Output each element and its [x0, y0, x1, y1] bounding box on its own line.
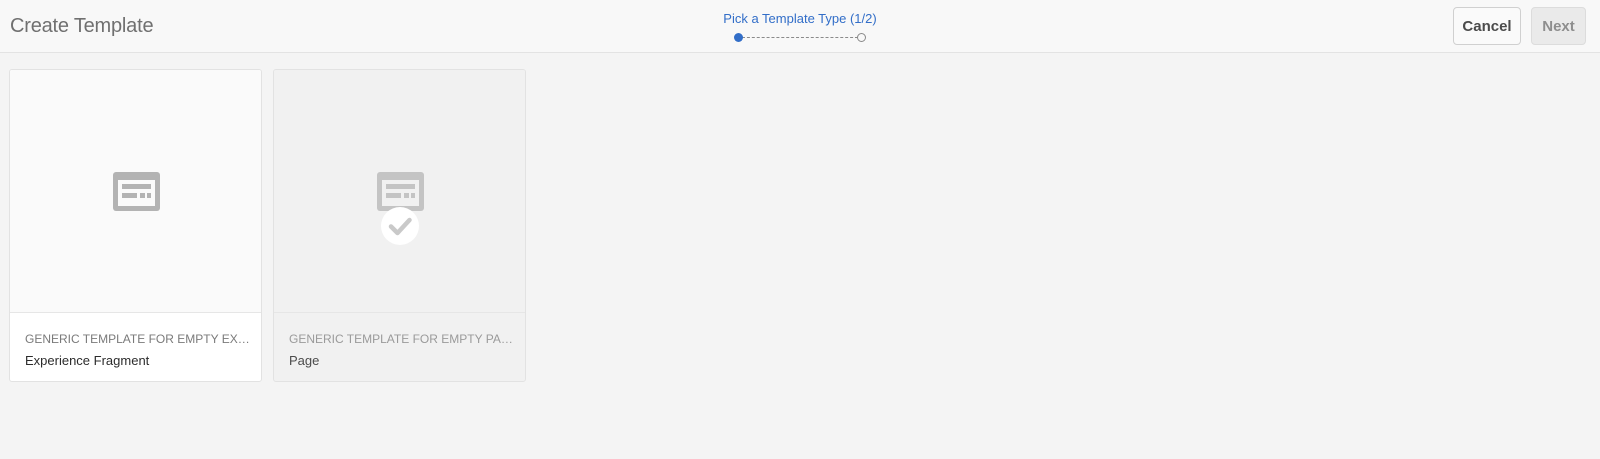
card-subtitle: GENERIC TEMPLATE FOR EMPTY PAGES...	[289, 332, 515, 346]
card-meta: GENERIC TEMPLATE FOR EMPTY PAGES... Page	[289, 332, 515, 368]
next-button[interactable]: Next	[1531, 7, 1586, 45]
card-thumbnail	[10, 70, 261, 313]
template-icon	[113, 172, 160, 211]
card-subtitle: GENERIC TEMPLATE FOR EMPTY EXPER...	[25, 332, 251, 346]
card-name: Page	[289, 353, 320, 368]
card-thumbnail	[274, 70, 525, 313]
step-label: Pick a Template Type (1/2)	[723, 11, 877, 26]
card-name: Experience Fragment	[25, 353, 150, 368]
card-meta: GENERIC TEMPLATE FOR EMPTY EXPER... Expe…	[25, 332, 251, 368]
template-card-experience-fragment[interactable]: GENERIC TEMPLATE FOR EMPTY EXPER... Expe…	[9, 69, 262, 382]
page-title: Create Template	[10, 15, 154, 37]
step-2-indicator	[857, 33, 866, 42]
step-progress	[734, 33, 866, 43]
step-connector	[742, 37, 858, 38]
header-bar: Create Template Pick a Template Type (1/…	[0, 0, 1600, 53]
selected-check-icon	[381, 207, 419, 245]
template-card-page[interactable]: GENERIC TEMPLATE FOR EMPTY PAGES... Page	[273, 69, 526, 382]
step-1-indicator	[734, 33, 743, 42]
cancel-button[interactable]: Cancel	[1453, 7, 1521, 45]
wizard-steps: Pick a Template Type (1/2)	[700, 11, 900, 42]
